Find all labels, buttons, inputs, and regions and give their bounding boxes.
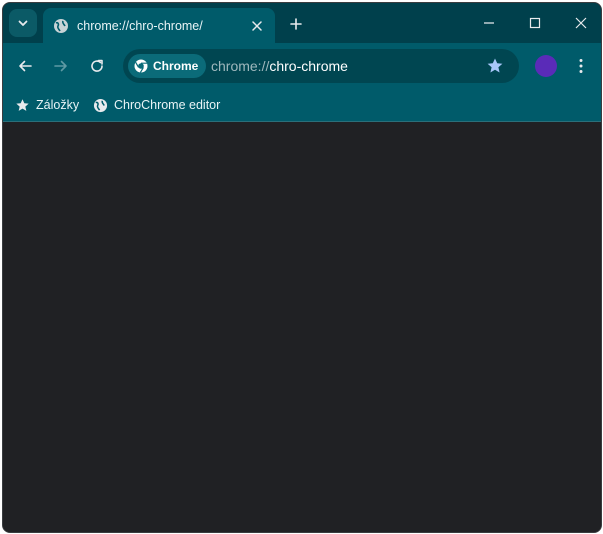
- toolbar: Chrome chrome://chro-chrome: [3, 43, 601, 89]
- bookmark-label: Záložky: [36, 98, 80, 112]
- tab-search-button[interactable]: [9, 9, 37, 37]
- bookmark-item[interactable]: Záložky: [15, 95, 79, 115]
- menu-button[interactable]: [571, 54, 591, 78]
- url-text[interactable]: chrome://chro-chrome: [211, 58, 348, 74]
- plus-icon: [290, 18, 302, 30]
- maximize-button[interactable]: [523, 11, 547, 35]
- star-icon: [487, 58, 503, 73]
- bookmark-label: ChroChrome editor: [114, 98, 221, 112]
- star-icon: [15, 98, 30, 113]
- maximize-icon: [529, 17, 541, 29]
- close-tab-icon[interactable]: [249, 18, 265, 34]
- arrow-left-icon: [19, 60, 32, 72]
- page-content: [3, 122, 601, 532]
- url-host: chro-chrome: [269, 58, 348, 74]
- browser-window: chrome://chro-chrome/ Chrome chrome://ch…: [2, 2, 602, 533]
- address-bar[interactable]: Chrome chrome://chro-chrome: [123, 49, 519, 83]
- tab-title: chrome://chro-chrome/: [77, 18, 203, 33]
- arrow-right-icon: [54, 60, 67, 72]
- close-window-button[interactable]: [569, 11, 593, 35]
- bookmarks-bar: Záložky ChroChrome editor: [3, 89, 601, 122]
- reload-button[interactable]: [85, 54, 109, 78]
- active-tab[interactable]: chrome://chro-chrome/: [43, 8, 275, 43]
- back-button[interactable]: [13, 54, 37, 78]
- forward-button[interactable]: [49, 54, 73, 78]
- globe-icon: [93, 98, 108, 113]
- profile-avatar[interactable]: [535, 55, 557, 77]
- chevron-down-icon: [18, 20, 28, 26]
- close-icon: [575, 17, 587, 29]
- minimize-button[interactable]: [477, 11, 501, 35]
- more-vertical-icon: [579, 59, 583, 73]
- bookmark-item[interactable]: ChroChrome editor: [93, 95, 220, 115]
- new-tab-button[interactable]: [285, 13, 307, 35]
- tab-strip: chrome://chro-chrome/: [3, 3, 601, 43]
- reload-icon: [91, 59, 103, 72]
- chip-label: Chrome: [153, 59, 199, 73]
- site-info-chip[interactable]: Chrome: [128, 54, 207, 78]
- bookmark-star-button[interactable]: [485, 56, 505, 76]
- url-scheme: chrome://: [211, 58, 270, 74]
- globe-icon: [53, 18, 69, 34]
- chrome-logo-icon: [134, 59, 148, 73]
- minimize-icon: [484, 22, 494, 24]
